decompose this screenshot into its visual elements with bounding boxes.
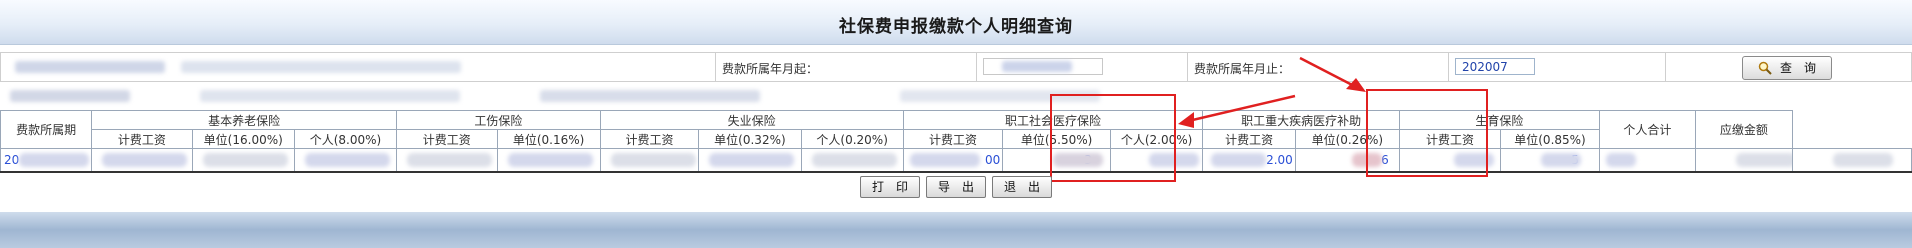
amount-due-cell (1791, 148, 1912, 173)
group-header-injury: 工伤保险 (396, 110, 601, 130)
group-header-unemployment: 失业保险 (599, 110, 904, 130)
exit-button[interactable]: 退 出 (992, 176, 1052, 198)
column-header: 计费工资 (902, 129, 1004, 149)
personal-total-cell (1694, 148, 1793, 173)
query-cell: 查 询 (1665, 52, 1912, 82)
serious-wage-cell: 2.00 (1202, 148, 1296, 173)
annotation-arrows (1178, 56, 1366, 128)
column-header: 单位(16.00%) (191, 129, 295, 149)
start-period-input-cell (976, 52, 1188, 82)
table-cell (396, 148, 498, 173)
export-button[interactable]: 导 出 (926, 176, 986, 198)
table-cell (1598, 148, 1696, 173)
column-header: 个人(0.20%) (800, 129, 904, 149)
period-header: 费款所属期 (0, 110, 93, 149)
column-header: 单位(0.85%) (1500, 129, 1600, 149)
table-cell (698, 148, 802, 173)
contribution-table: 费款所属期 基本养老保险 工伤保险 失业保险 职工社会医疗保险 职工重大疾病医疗… (0, 110, 1912, 173)
start-period-cell: 费款所属年月起： (715, 52, 977, 82)
table-cell (91, 148, 193, 173)
table-row: 20 00 3 2.00 6 5 (0, 148, 1912, 173)
redacted-text (181, 61, 461, 73)
redacted-text (15, 61, 165, 73)
column-header: 单位(0.16%) (496, 129, 601, 149)
period-cell: 20 (0, 148, 93, 173)
query-button-label: 查 询 (1779, 61, 1816, 75)
start-period-input[interactable] (983, 58, 1103, 75)
column-header: 计费工资 (1202, 129, 1296, 149)
footer-bar (0, 212, 1912, 248)
column-header: 计费工资 (396, 129, 498, 149)
group-header-pension: 基本养老保险 (91, 110, 398, 130)
column-header: 计费工资 (599, 129, 700, 149)
start-period-label: 费款所属年月起： (722, 62, 819, 76)
print-button[interactable]: 打 印 (860, 176, 920, 198)
table-cell (599, 148, 700, 173)
end-period-input[interactable]: 202007 (1455, 58, 1535, 75)
personal-total-header: 个人合计 (1598, 110, 1696, 149)
taxpayer-info-cell (0, 52, 716, 82)
filter-row: 费款所属年月起： 费款所属年月止： 202007 查 询 (0, 52, 1912, 82)
medical-wage-cell: 00 (902, 148, 1004, 173)
amount-due-header: 应缴金额 (1694, 110, 1793, 149)
table-cell (293, 148, 398, 173)
title-bar: 社保费申报缴款个人明细查询 (0, 0, 1912, 45)
column-header: 计费工资 (91, 129, 193, 149)
table-cell (800, 148, 904, 173)
action-bar: 打 印 导 出 退 出 (0, 176, 1912, 198)
maternity-unit-cell: 5 (1500, 148, 1600, 173)
column-header: 单位(0.32%) (698, 129, 802, 149)
search-icon (1758, 61, 1772, 75)
highlight-box-serious-illness (1366, 89, 1488, 177)
page-title: 社保费申报缴款个人明细查询 (839, 17, 1073, 37)
highlight-box-medical (1050, 94, 1176, 182)
table-cell (191, 148, 295, 173)
table-cell (496, 148, 601, 173)
end-period-input-cell: 202007 (1448, 52, 1666, 82)
redacted-text (1002, 61, 1072, 72)
query-button[interactable]: 查 询 (1742, 56, 1832, 80)
column-header: 个人(8.00%) (293, 129, 398, 149)
